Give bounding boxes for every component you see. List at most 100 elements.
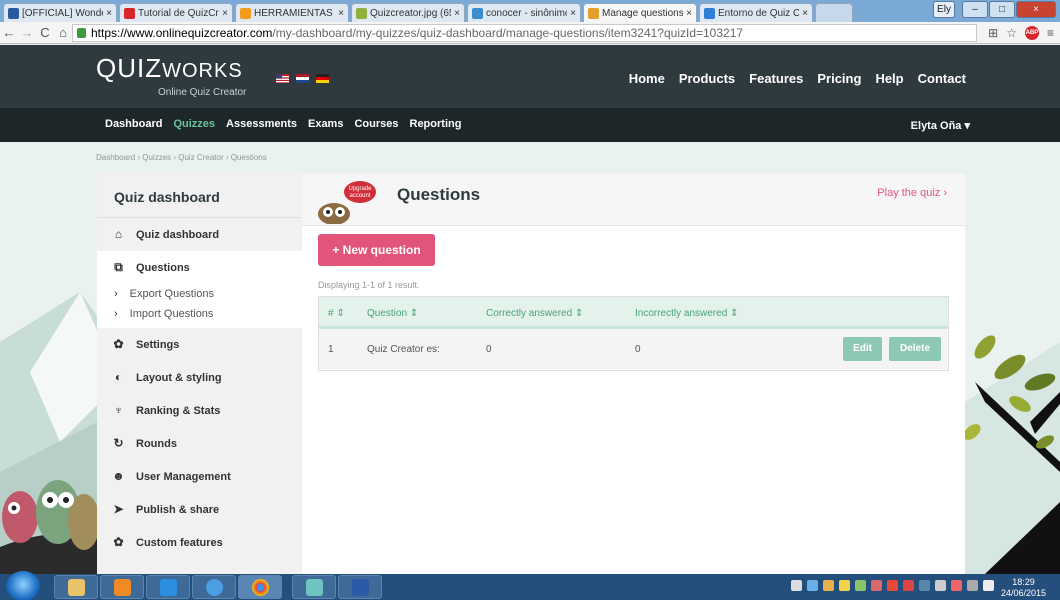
sidebar-item-publish[interactable]: ➤ Publish & share (97, 493, 302, 526)
taskbar-app[interactable] (100, 575, 144, 599)
delete-button[interactable]: Delete (889, 337, 941, 361)
tray-icon[interactable] (823, 580, 834, 591)
tray-icon[interactable] (951, 580, 962, 591)
back-arrow-icon[interactable]: ← (0, 25, 18, 40)
menu-icon[interactable]: ≡ (1047, 26, 1054, 40)
tray-icon[interactable] (855, 580, 866, 591)
main-panel: Upgrade account Questions Play the quiz … (302, 174, 965, 574)
send-icon: ➤ (113, 502, 124, 516)
subnav-assessments[interactable]: Assessments (226, 118, 297, 130)
subnav-dashboard[interactable]: Dashboard (105, 118, 162, 130)
url-field[interactable]: https://www.onlinequizcreator.com/my-das… (72, 24, 977, 42)
close-icon[interactable]: × (106, 8, 112, 19)
close-icon[interactable]: × (802, 8, 808, 19)
upgrade-owl[interactable]: Upgrade account (316, 180, 376, 224)
profile-button[interactable]: Ely (933, 1, 955, 18)
sidebar-item-label: Questions (136, 261, 190, 274)
sidebar-item-label: Settings (136, 338, 180, 351)
cell-correct: 0 (486, 344, 492, 355)
sidebar-item-layout[interactable]: ◐ Layout & styling (97, 361, 302, 394)
tray-icon[interactable] (871, 580, 882, 591)
dropbox-icon (160, 579, 177, 596)
tray-icon[interactable] (887, 580, 898, 591)
user-menu[interactable]: Elyta Oña ▾ (911, 119, 970, 132)
taskbar-chrome[interactable] (238, 575, 282, 599)
nav-contact[interactable]: Contact (918, 71, 966, 86)
close-icon[interactable]: × (454, 8, 460, 19)
nav-home[interactable]: Home (629, 71, 665, 86)
nav-features[interactable]: Features (749, 71, 803, 86)
clock-time: 18:29 (1012, 577, 1035, 587)
close-icon[interactable]: × (222, 8, 228, 19)
questions-table: # ⇕ Question ⇕ Correctly answered ⇕ Inco… (318, 296, 949, 371)
volume-icon[interactable] (983, 580, 994, 591)
upgrade-badge-line2: account (349, 193, 370, 199)
tray-icon[interactable] (903, 580, 914, 591)
subnav-reporting[interactable]: Reporting (410, 118, 462, 130)
col-incorrect-header[interactable]: Incorrectly answered ⇕ (635, 308, 738, 319)
translate-icon[interactable]: ⊞ (988, 26, 998, 40)
tray-icon[interactable] (919, 580, 930, 591)
de-flag-icon[interactable] (316, 74, 329, 83)
us-flag-icon[interactable] (276, 74, 289, 83)
close-window-button[interactable]: × (1016, 1, 1056, 18)
sidebar-item-rounds[interactable]: ↻ Rounds (97, 427, 302, 460)
tray-icon[interactable] (807, 580, 818, 591)
subnav-quizzes[interactable]: Quizzes (173, 118, 215, 130)
site-logo[interactable]: QUIZWORKS (96, 53, 243, 84)
nl-flag-icon[interactable] (296, 74, 309, 83)
sidebar-item-users[interactable]: ☻ User Management (97, 460, 302, 493)
reload-icon[interactable]: C (36, 25, 54, 40)
new-tab-button[interactable] (815, 3, 853, 22)
taskbar-app3[interactable] (292, 575, 336, 599)
logo-rest: WORKS (162, 60, 243, 82)
taskbar-word[interactable] (338, 575, 382, 599)
sidebar-item-questions[interactable]: ⧉ Questions (97, 251, 302, 284)
browser-tab[interactable]: [OFFICIAL] Wondersh× (3, 3, 117, 22)
browser-tab-active[interactable]: Manage questions × (583, 3, 697, 22)
nav-help[interactable]: Help (875, 71, 903, 86)
home-icon[interactable]: ⌂ (54, 25, 72, 40)
browser-tab[interactable]: conocer - sinônimos × (467, 3, 581, 22)
browser-tab[interactable]: HERRAMIENTAS TEC× (235, 3, 349, 22)
subnav-courses[interactable]: Courses (354, 118, 398, 130)
play-quiz-link[interactable]: Play the quiz › (877, 187, 947, 199)
col-correct-header[interactable]: Correctly answered ⇕ (486, 308, 583, 319)
forward-arrow-icon[interactable]: → (18, 25, 36, 40)
flag-icon[interactable] (935, 580, 946, 591)
sidebar-subitem-import[interactable]: › Import Questions (97, 304, 302, 328)
col-number-header[interactable]: # ⇕ (328, 308, 345, 319)
system-clock[interactable]: 18:29 24/06/2015 (1001, 577, 1046, 599)
tray-icon[interactable] (839, 580, 850, 591)
edit-button[interactable]: Edit (843, 337, 882, 361)
sidebar-item-ranking[interactable]: ♆ Ranking & Stats (97, 394, 302, 427)
maximize-button[interactable]: □ (989, 1, 1015, 18)
nav-products[interactable]: Products (679, 71, 735, 86)
sidebar-subitem-export[interactable]: › Export Questions (97, 284, 302, 304)
network-icon[interactable] (967, 580, 978, 591)
nav-pricing[interactable]: Pricing (817, 71, 861, 86)
tray-icon[interactable] (791, 580, 802, 591)
sidebar-item-quiz-dashboard[interactable]: ⌂ Quiz dashboard (97, 218, 302, 251)
top-navigation: Home Products Features Pricing Help Cont… (629, 71, 966, 86)
table-row[interactable]: 1 Quiz Creator es: 0 0 Edit Delete (319, 329, 948, 369)
close-icon[interactable]: × (338, 8, 344, 19)
sidebar-item-settings[interactable]: ✿ Settings (97, 328, 302, 361)
browser-tab[interactable]: Entorno de Quiz Crea× (699, 3, 813, 22)
adblock-icon[interactable]: ABP (1024, 26, 1039, 40)
minimize-button[interactable]: – (962, 1, 988, 18)
taskbar-app2[interactable] (192, 575, 236, 599)
new-question-button[interactable]: + New question (318, 234, 435, 266)
browser-tab[interactable]: Tutorial de QuizCrea× (119, 3, 233, 22)
subnav-exams[interactable]: Exams (308, 118, 343, 130)
taskbar-explorer[interactable] (54, 575, 98, 599)
close-icon[interactable]: × (570, 8, 576, 19)
taskbar-dropbox[interactable] (146, 575, 190, 599)
browser-tab[interactable]: Quizcreator.jpg (650 × (351, 3, 465, 22)
bookmark-star-icon[interactable]: ☆ (1006, 26, 1017, 40)
sidebar-item-custom[interactable]: ✿ Custom features (97, 526, 302, 559)
start-button[interactable] (6, 571, 40, 600)
col-question-header[interactable]: Question ⇕ (367, 308, 418, 319)
breadcrumb[interactable]: Dashboard › Quizzes › Quiz Creator › Que… (96, 153, 267, 162)
close-icon[interactable]: × (686, 8, 692, 19)
